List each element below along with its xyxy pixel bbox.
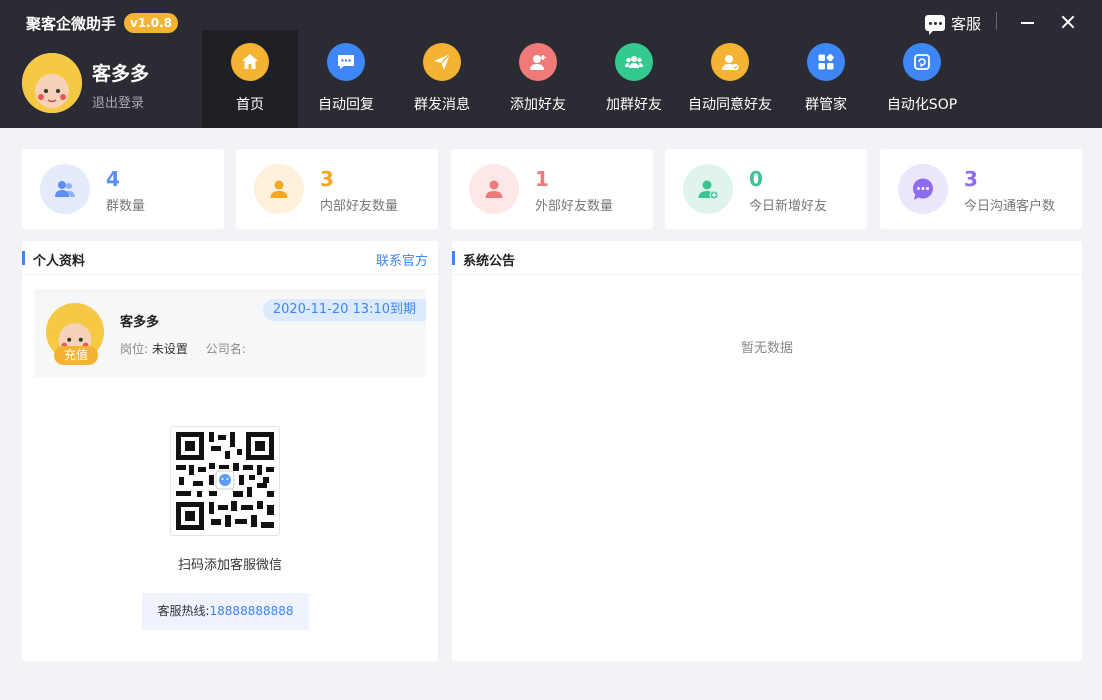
stat-label: 今日新增好友 — [749, 199, 828, 214]
nav-add-friend[interactable]: 添加好友 — [490, 30, 586, 128]
hotline-label: 客服热线: — [157, 604, 210, 618]
stat-card-new-friends: 0 今日新增好友 — [665, 149, 867, 229]
group-icon — [40, 164, 90, 214]
nav-label: 首页 — [236, 97, 264, 113]
qr-code-image — [176, 432, 274, 530]
recharge-button[interactable]: 充值 — [54, 346, 98, 365]
logout-link[interactable]: 退出登录 — [92, 92, 144, 111]
stat-card-internal-friends: 3 内部好友数量 — [236, 149, 438, 229]
profile-meta: 岗位: 未设置 公司名: — [120, 340, 246, 357]
title-bar: 聚客企微助手 v1.0.8 客服 客多多 退出登录 首页 自动回复 群发消息 添… — [0, 0, 1102, 128]
message-icon — [898, 164, 948, 214]
home-icon — [231, 43, 269, 81]
add-person-icon — [683, 164, 733, 214]
nav-mass-message[interactable]: 群发消息 — [394, 30, 490, 128]
person-icon — [254, 164, 304, 214]
chat-icon — [327, 43, 365, 81]
profile-card: 充值 客多多 岗位: 未设置 公司名: 2020-11-20 13:10到期 — [34, 289, 426, 377]
avatar[interactable] — [22, 53, 82, 113]
panel-header: 系统公告 — [452, 241, 1082, 275]
stat-label: 内部好友数量 — [320, 199, 399, 214]
stat-value: 1 — [535, 167, 549, 191]
nav-group-manager[interactable]: 群管家 — [778, 30, 874, 128]
send-icon — [423, 43, 461, 81]
notice-panel: 系统公告 暂无数据 — [452, 241, 1082, 661]
app-title: 聚客企微助手 — [26, 15, 117, 33]
panel-header: 个人资料 联系官方 — [22, 241, 438, 275]
avatar-image — [22, 53, 82, 113]
stat-label: 群数量 — [106, 199, 146, 214]
company-label: 公司名: — [205, 342, 246, 356]
stat-value: 4 — [106, 167, 120, 191]
nav-automation-sop[interactable]: 自动化SOP — [874, 30, 970, 128]
nav-auto-accept[interactable]: 自动同意好友 — [682, 30, 778, 128]
nav-auto-reply[interactable]: 自动回复 — [298, 30, 394, 128]
divider — [996, 12, 997, 30]
automation-icon — [903, 43, 941, 81]
add-user-icon — [519, 43, 557, 81]
chat-bubble-icon — [925, 15, 945, 35]
user-name: 客多多 — [92, 63, 150, 85]
stat-card-external-friends: 1 外部好友数量 — [451, 149, 653, 229]
panel-title: 个人资料 — [33, 254, 86, 269]
contact-official-link[interactable]: 联系官方 — [376, 250, 428, 269]
nav-label: 添加好友 — [510, 97, 566, 113]
profile-name: 客多多 — [120, 315, 160, 330]
nav-label: 群管家 — [805, 97, 847, 113]
stat-value: 3 — [320, 167, 334, 191]
nav-label: 自动同意好友 — [688, 97, 772, 113]
version-badge: v1.0.8 — [124, 13, 178, 33]
group-icon — [615, 43, 653, 81]
nav-home[interactable]: 首页 — [202, 30, 298, 128]
qr-code — [170, 426, 280, 536]
hotline-box: 客服热线:18888888888 — [142, 593, 309, 630]
stat-label: 今日沟通客户数 — [964, 199, 1056, 214]
panel-title: 系统公告 — [463, 254, 516, 269]
apps-icon — [807, 43, 845, 81]
qr-caption: 扫码添加客服微信 — [177, 558, 282, 573]
stat-card-customers-today: 3 今日沟通客户数 — [880, 149, 1082, 229]
nav-label: 加群好友 — [606, 97, 662, 113]
minimize-button[interactable] — [1012, 8, 1042, 36]
nav-label: 自动化SOP — [886, 97, 958, 113]
person-icon — [469, 164, 519, 214]
nav-group-friends[interactable]: 加群好友 — [586, 30, 682, 128]
approve-user-icon — [711, 43, 749, 81]
nav-label: 自动回复 — [318, 97, 374, 113]
stat-label: 外部好友数量 — [535, 199, 614, 214]
stat-value: 0 — [749, 167, 763, 191]
expiry-badge: 2020-11-20 13:10到期 — [262, 299, 426, 321]
empty-state: 暂无数据 — [740, 341, 793, 356]
close-button[interactable] — [1053, 8, 1083, 36]
stat-value: 3 — [964, 167, 978, 191]
hotline-number: 18888888888 — [209, 604, 294, 618]
stat-card-groups: 4 群数量 — [22, 149, 224, 229]
position-value: 未设置 — [151, 342, 188, 356]
profile-panel: 个人资料 联系官方 充值 客多多 岗位: 未设置 公司名: 2020-11-20… — [22, 241, 438, 661]
main-nav: 首页 自动回复 群发消息 添加好友 加群好友 自动同意好友 群管家 自动化SOP — [202, 30, 970, 128]
nav-label: 群发消息 — [414, 97, 470, 113]
position-label: 岗位: — [120, 342, 149, 356]
